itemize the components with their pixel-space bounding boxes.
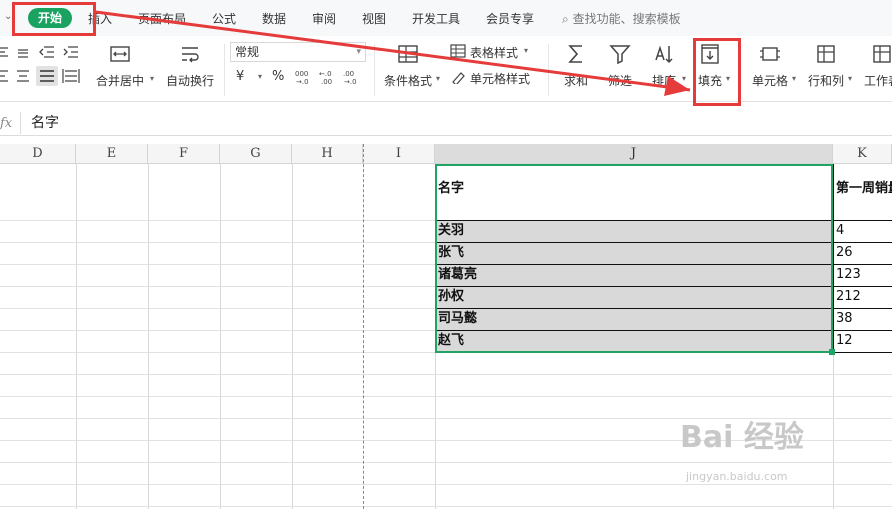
tab-formulas[interactable]: 公式 [212, 10, 236, 27]
distributed-align-icon[interactable] [62, 68, 80, 84]
tab-view[interactable]: 视图 [362, 10, 386, 27]
fx-icon[interactable]: fx [0, 116, 12, 131]
chevron-down-icon[interactable]: ▾ [150, 74, 154, 83]
tab-developer[interactable]: 开发工具 [412, 10, 460, 27]
worksheet-button[interactable]: 工作表 [864, 42, 892, 89]
tab-member[interactable]: 会员专享 [486, 10, 534, 27]
chevron-down-icon[interactable]: ▾ [524, 46, 528, 55]
cell-value[interactable]: 123 [834, 264, 861, 286]
search-box[interactable]: ⌕ 查找功能、搜索模板 [562, 10, 681, 27]
grid-line [0, 506, 892, 507]
grid-line [76, 164, 77, 509]
filter-button[interactable]: 筛选 [608, 42, 632, 89]
cell-value[interactable]: 38 [834, 308, 853, 330]
grid-line [0, 396, 892, 397]
cell-icon [760, 47, 780, 61]
column-header-k[interactable]: K [833, 144, 892, 164]
grid-line [292, 164, 293, 509]
grid-line [0, 374, 892, 375]
search-placeholder: 查找功能、搜索模板 [572, 12, 681, 26]
svg-text:.00: .00 [343, 70, 354, 78]
conditional-format-button[interactable]: 条件格式 [384, 42, 432, 89]
chevron-down-icon[interactable]: ▾ [436, 74, 440, 83]
table-border [833, 164, 834, 353]
baidu-watermark-url: jingyan.baidu.com [686, 470, 788, 483]
column-header-j[interactable]: J [435, 144, 833, 164]
column-header-g[interactable]: G [220, 144, 292, 164]
chevron-down-icon: ▾ [356, 47, 361, 57]
chevron-down-icon[interactable]: ▾ [792, 74, 796, 83]
grid-line [0, 484, 892, 485]
sigma-icon [568, 45, 582, 63]
table-style-icon [450, 44, 466, 58]
header-week1-cell[interactable]: 第一周销量 [834, 178, 892, 200]
decrease-decimal-icon[interactable]: .00→.0 [342, 68, 364, 86]
indent-increase-icon[interactable] [62, 44, 80, 60]
svg-text:←.0: ←.0 [319, 70, 332, 78]
annotation-box-fill-button [693, 38, 741, 106]
conditional-format-icon [398, 45, 418, 63]
rows-cols-icon [817, 45, 835, 63]
number-format-select[interactable]: 常规 ▾ [230, 42, 366, 62]
cell-value[interactable]: 26 [834, 242, 853, 264]
column-header-d[interactable]: D [0, 144, 76, 164]
wrap-text-button[interactable]: 自动换行 [166, 42, 214, 89]
cell-style-button[interactable]: 单元格样式 [470, 70, 530, 87]
svg-text:→.0: →.0 [296, 78, 309, 86]
cell-button[interactable]: 单元格 [752, 42, 788, 89]
wrap-text-icon [182, 47, 199, 63]
sort-button[interactable]: 排序 [652, 42, 676, 89]
chevron-down-icon[interactable]: ▾ [258, 72, 262, 81]
cell-value[interactable]: 12 [834, 330, 853, 352]
worksheet-icon [873, 45, 891, 63]
grid-line [148, 164, 149, 509]
grid-line [0, 462, 892, 463]
cell-value[interactable]: 212 [834, 286, 861, 308]
cell-style-icon [452, 72, 465, 84]
column-header-h[interactable]: H [292, 144, 363, 164]
align-justify-icon [40, 70, 54, 82]
svg-text:→.0: →.0 [344, 78, 357, 86]
svg-text:.00: .00 [321, 78, 332, 86]
indent-decrease-icon[interactable] [38, 44, 56, 60]
fill-handle[interactable] [829, 349, 835, 355]
chevron-down-icon[interactable]: ▾ [848, 74, 852, 83]
cell-value[interactable]: 4 [834, 220, 844, 242]
currency-button[interactable]: ¥ [236, 69, 244, 84]
table-style-button[interactable]: 表格样式 [470, 44, 518, 61]
thousands-separator-icon[interactable]: 000→.0 [294, 68, 316, 86]
tab-page-layout[interactable]: 页面布局 [138, 10, 186, 27]
align-left-icon[interactable] [0, 68, 14, 84]
grid-line [220, 164, 221, 509]
column-header-i[interactable]: I [363, 144, 435, 164]
chevron-down-icon[interactable]: ▾ [682, 74, 686, 83]
selection-range[interactable] [435, 164, 833, 353]
tab-review[interactable]: 审阅 [312, 10, 336, 27]
annotation-box-home-tab [12, 2, 96, 36]
ribbon-tab-bar: ⌄ 开始 插入 页面布局 公式 数据 审阅 视图 开发工具 会员专享 ⌕ 查找功… [0, 0, 892, 36]
formula-bar: fx 名字 [0, 110, 892, 136]
column-header-f[interactable]: F [148, 144, 220, 164]
rows-cols-button[interactable]: 行和列 [808, 42, 844, 89]
formula-input[interactable]: 名字 [20, 112, 892, 134]
column-header-e[interactable]: E [76, 144, 148, 164]
tab-data[interactable]: 数据 [262, 10, 286, 27]
ribbon-separator [374, 44, 375, 96]
align-middle-icon[interactable] [14, 44, 32, 60]
ribbon-separator [548, 44, 549, 96]
page-break-line [363, 144, 364, 509]
align-top-icon[interactable] [0, 44, 14, 60]
baidu-watermark: Bai 经验 [680, 420, 804, 455]
svg-text:000: 000 [295, 70, 308, 78]
ribbon-separator [224, 44, 225, 96]
merge-center-button[interactable]: 合并居中 [96, 42, 144, 89]
filter-icon [609, 45, 631, 65]
percent-button[interactable]: % [272, 69, 284, 84]
merge-cells-icon [110, 46, 130, 62]
search-icon: ⌕ [562, 12, 569, 26]
align-center-icon[interactable] [14, 68, 32, 84]
increase-decimal-icon[interactable]: ←.0.00 [318, 68, 340, 86]
sort-icon [655, 45, 673, 64]
sum-button[interactable]: 求和 [564, 42, 588, 89]
